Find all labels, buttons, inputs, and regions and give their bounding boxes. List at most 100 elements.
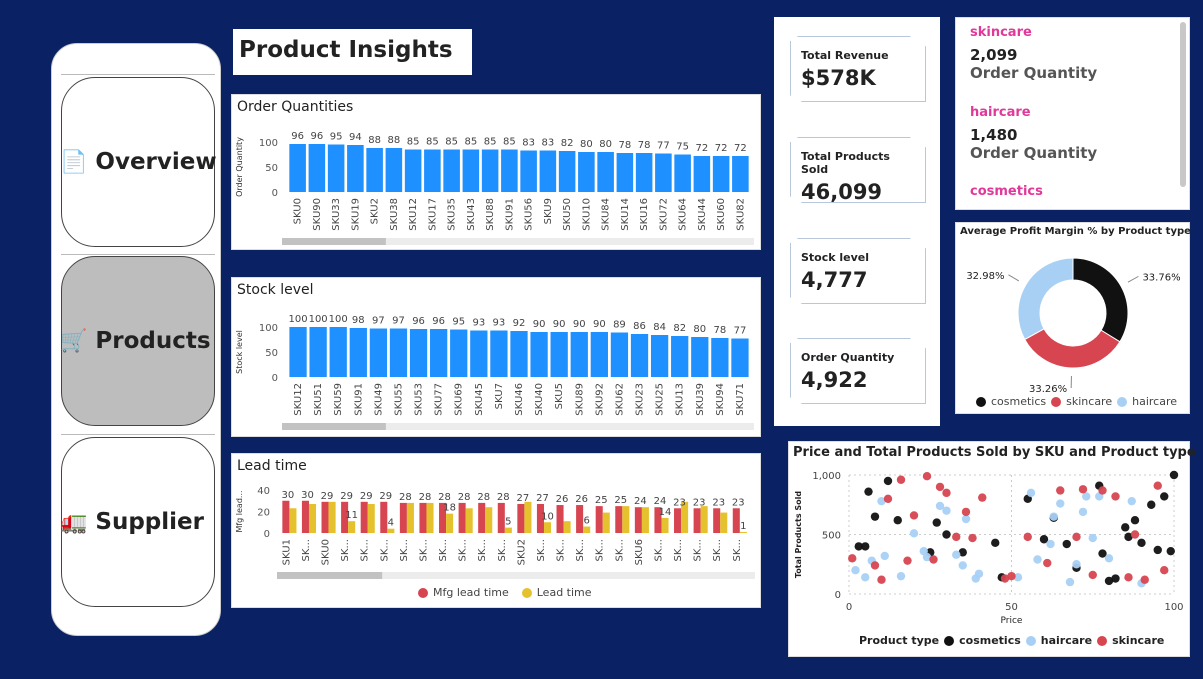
bar-mfg-lead-time [693, 508, 701, 533]
scatter-point-skincare [877, 575, 886, 584]
x-tick-label: SK... [556, 539, 567, 561]
bar-lead-time [739, 531, 747, 533]
donut-slice-cosmetics [1072, 257, 1129, 343]
bar-mfg-lead-time [517, 503, 525, 533]
x-tick-label: SKU0 [321, 539, 332, 565]
bar [520, 150, 537, 192]
bar-lead-time [641, 507, 649, 533]
data-label: 27 [536, 493, 549, 504]
x-tick-label: SKU23 [635, 383, 646, 416]
scatter-point-haircare [896, 571, 906, 581]
bar-mfg-lead-time [399, 502, 407, 533]
data-label: 100 [288, 314, 307, 325]
bar [347, 145, 364, 192]
horizontal-scrollbar-thumb [282, 423, 386, 430]
bar [501, 149, 518, 192]
scatter-point-haircare [1127, 496, 1136, 506]
y-tick-label: 50 [265, 163, 278, 174]
data-label: 100 [329, 314, 348, 325]
x-tick-label: SKU16 [639, 198, 650, 231]
page-title: Product Insights [233, 29, 472, 75]
x-tick-label: SK... [673, 539, 684, 561]
scatter-point-cosmetics [1111, 574, 1120, 583]
scatter-point-skincare [1098, 486, 1107, 495]
x-tick-label: SKU35 [447, 198, 458, 231]
data-label: 28 [497, 492, 510, 503]
nav-products-label: Products [95, 328, 211, 354]
bar-lead-time [308, 503, 317, 533]
x-tick-label: SK... [536, 539, 547, 561]
scatter-point-skincare [952, 532, 961, 542]
x-tick-label: SK... [438, 539, 449, 561]
bar [712, 156, 730, 192]
scatter-point-haircare [942, 506, 951, 515]
data-label: 82 [561, 138, 574, 149]
x-tick-label: SKU9 [543, 198, 554, 224]
bar [430, 329, 448, 377]
price-sold-legend: Product type cosmetics haircare skincare [859, 634, 1164, 647]
x-tick-label: SKU40 [534, 383, 545, 416]
data-label: 77 [734, 326, 747, 337]
x-tick-label: SKU33 [331, 198, 342, 231]
nav-supplier-button[interactable]: 🚛 Supplier [60, 437, 215, 607]
data-label: 98 [352, 315, 365, 326]
scatter-point-haircare [1065, 577, 1075, 587]
x-tick-label: SK... [477, 539, 488, 561]
y-tick-label: 20 [257, 508, 270, 519]
data-label: 85 [407, 137, 420, 148]
x-axis-label: Price [1001, 616, 1023, 626]
kpi-total-revenue: Total Revenue $578K [790, 36, 926, 102]
bar-mfg-lead-time [556, 505, 564, 533]
scatter-point-cosmetics [1062, 539, 1071, 549]
document-icon: 📄 [60, 149, 88, 175]
x-tick-label: SKU6 [634, 539, 645, 565]
bar [630, 334, 649, 377]
profit-margin-panel: Average Profit Margin % by Product type … [955, 222, 1191, 414]
x-tick-label: SKU39 [695, 383, 706, 416]
scatter-point-haircare [861, 573, 870, 582]
scatter-point-haircare [1104, 554, 1114, 563]
x-tick-label: SKU92 [594, 383, 605, 416]
scatter-point-cosmetics [864, 487, 873, 496]
legend-haircare-label: haircare [1040, 634, 1093, 647]
legend-skincare-label: skincare [1066, 395, 1113, 408]
scatter-point-haircare [880, 551, 889, 561]
scatter-point-haircare [1033, 555, 1042, 564]
data-label: 4 [388, 518, 394, 529]
bar [385, 148, 403, 192]
x-tick-label: SK... [497, 539, 508, 561]
nav-overview-button[interactable]: 📄 Overview [60, 77, 217, 247]
x-tick-label: SKU59 [333, 383, 344, 416]
x-tick-label: SKU49 [373, 383, 384, 416]
bar [550, 332, 568, 377]
bar-lead-time [446, 513, 454, 533]
bar-mfg-lead-time [497, 502, 505, 533]
bar [732, 156, 749, 192]
legend-skincare-label: skincare [1112, 634, 1165, 647]
bar [327, 144, 345, 192]
scatter-point-cosmetics [1121, 523, 1130, 532]
data-label: 24 [654, 496, 667, 507]
data-label: 85 [426, 137, 439, 148]
stock-level-chart: Stock level050100100SKU12100SKU51100SKU5… [235, 314, 754, 430]
scatter-point-cosmetics [893, 516, 902, 525]
data-label: 96 [432, 316, 445, 327]
data-label: 85 [445, 137, 458, 148]
nav-products-button[interactable]: 🛒 Products [60, 256, 215, 426]
data-label: 26 [575, 494, 588, 505]
x-tick-label: SKU82 [735, 198, 746, 231]
data-label: 26 [556, 494, 569, 505]
data-label: 94 [349, 132, 362, 143]
category-card-scrollbar[interactable] [1180, 22, 1186, 187]
legend-cosmetics-label: cosmetics [959, 634, 1021, 647]
x-tick-label: SK... [693, 539, 704, 561]
bar-lead-time [563, 521, 571, 533]
bar [329, 327, 347, 377]
bar [369, 328, 388, 377]
category-name: haircare [970, 105, 1031, 120]
data-label: 92 [513, 318, 526, 329]
data-label: 30 [301, 490, 314, 501]
data-label: 93 [493, 318, 506, 329]
data-label: 88 [368, 135, 381, 146]
x-tick-label: SKU43 [466, 198, 477, 231]
